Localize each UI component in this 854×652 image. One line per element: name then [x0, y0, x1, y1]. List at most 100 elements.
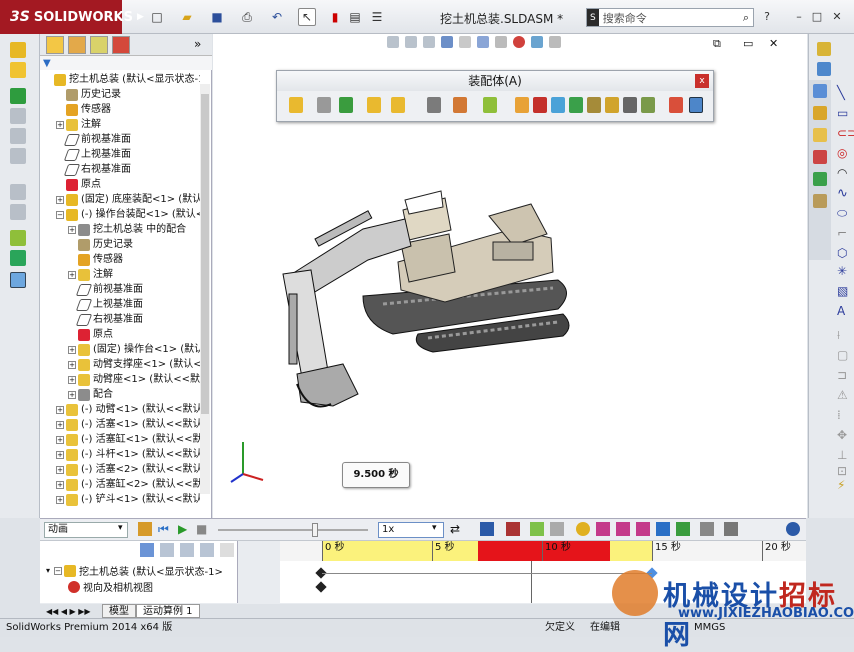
- tree-item[interactable]: 挖土机总装 (默认<显示状态-1: [44, 72, 200, 87]
- zoom-timeline-icon[interactable]: [220, 543, 234, 557]
- explode-line-sketch-icon[interactable]: [569, 97, 583, 113]
- file-properties-icon[interactable]: ▤: [346, 8, 364, 26]
- expand-toggle-icon[interactable]: +: [56, 465, 64, 474]
- add-update-key-icon[interactable]: [550, 522, 564, 536]
- component-icon[interactable]: [10, 42, 26, 58]
- display-manager-tab-icon[interactable]: [112, 36, 130, 54]
- display-relations-icon[interactable]: ⊥: [837, 448, 847, 462]
- point-icon[interactable]: ✳: [837, 264, 847, 278]
- filter-results-icon[interactable]: [200, 543, 214, 557]
- playback-mode-icon[interactable]: ⇄: [450, 522, 460, 536]
- motion-study-properties-icon[interactable]: [724, 522, 738, 536]
- assembly-visualization-icon[interactable]: [641, 97, 655, 113]
- reference-geometry-tool-icon[interactable]: [483, 97, 497, 113]
- motor-icon[interactable]: [576, 522, 590, 536]
- view-orientation-icon[interactable]: [459, 36, 471, 48]
- undo-icon[interactable]: ↶: [268, 8, 286, 26]
- line-icon[interactable]: ╲: [837, 86, 845, 101]
- move-component-tool-icon[interactable]: [391, 97, 405, 113]
- trim-icon[interactable]: ⟊: [837, 328, 840, 343]
- bill-of-materials-icon[interactable]: [533, 97, 547, 113]
- expand-toggle-icon[interactable]: +: [68, 345, 76, 354]
- filter-driving-icon[interactable]: [160, 543, 174, 557]
- edit-appearance-icon[interactable]: [513, 36, 525, 48]
- filter-animated-icon[interactable]: [140, 543, 154, 557]
- exploded-view-tool-icon[interactable]: [551, 97, 565, 113]
- expand-toggle-icon[interactable]: −: [56, 210, 64, 219]
- tree-item[interactable]: + 动臂支撑座<1> (默认<: [68, 357, 200, 372]
- tree-item[interactable]: 前视基准面: [68, 282, 143, 297]
- expand-toggle-icon[interactable]: +: [56, 420, 64, 429]
- key-point-start[interactable]: [315, 581, 327, 593]
- chevron-down-icon[interactable]: ▾: [118, 523, 123, 533]
- appearances-icon[interactable]: [813, 172, 827, 186]
- calculate-icon[interactable]: [138, 522, 152, 536]
- stop-icon[interactable]: ■: [196, 522, 207, 536]
- tree-item[interactable]: + (-) 活塞缸<2> (默认<<默认: [56, 477, 200, 492]
- tree-filter[interactable]: ▼: [40, 56, 212, 70]
- instant-3d-icon[interactable]: [669, 97, 683, 113]
- tree-item[interactable]: + 挖土机总装 中的配合: [68, 222, 186, 237]
- expand-toggle-icon[interactable]: +: [68, 390, 76, 399]
- playback-slider-thumb[interactable]: [312, 523, 318, 537]
- collapse-icon[interactable]: ▾: [46, 566, 50, 575]
- display-style-icon[interactable]: [477, 36, 489, 48]
- gravity-icon[interactable]: [676, 522, 690, 536]
- print-icon[interactable]: ⎙: [238, 8, 256, 26]
- autokey-icon[interactable]: [530, 522, 544, 536]
- sketch-icon[interactable]: [817, 42, 831, 56]
- arc-icon[interactable]: ◠: [837, 166, 847, 180]
- save-icon[interactable]: ■: [208, 8, 226, 26]
- tree-item[interactable]: + (-) 活塞<1> (默认<<默认>_: [56, 417, 200, 432]
- rectangle-icon[interactable]: ▭: [837, 106, 848, 120]
- move-component-icon[interactable]: [10, 148, 26, 164]
- tree-item[interactable]: 前视基准面: [56, 132, 131, 147]
- tab-model[interactable]: 模型: [102, 604, 136, 618]
- smart-fasteners-icon[interactable]: [10, 128, 26, 144]
- force-icon[interactable]: [636, 522, 650, 536]
- expand-toggle-icon[interactable]: +: [56, 120, 64, 129]
- expand-toggle-icon[interactable]: +: [56, 450, 64, 459]
- insert-components-icon[interactable]: [289, 97, 303, 113]
- spring-icon[interactable]: [596, 522, 610, 536]
- select-icon[interactable]: ↖: [298, 8, 316, 26]
- new-motion-study-tool-icon[interactable]: [515, 97, 529, 113]
- clearance-verification-icon[interactable]: [605, 97, 619, 113]
- mate-tool-icon[interactable]: [317, 97, 331, 113]
- repair-sketch-icon[interactable]: ⊡: [837, 464, 847, 478]
- expand-toggle-icon[interactable]: +: [68, 360, 76, 369]
- options-icon[interactable]: ☰: [368, 8, 386, 26]
- custom-properties-icon[interactable]: [813, 194, 827, 208]
- quick-snaps-icon[interactable]: ⚡: [837, 478, 845, 492]
- tree-item[interactable]: + 动臂座<1> (默认<<默: [68, 372, 200, 387]
- expand-toggle-icon[interactable]: +: [56, 405, 64, 414]
- search-icon[interactable]: ⌕: [743, 11, 753, 25]
- slot-icon[interactable]: ⊂⊃: [837, 126, 854, 140]
- tree-item[interactable]: − (-) 操作台装配<1> (默认<: [56, 207, 200, 222]
- assembly-features-tool-icon[interactable]: [453, 97, 467, 113]
- tree-item[interactable]: + 配合: [68, 387, 113, 402]
- show-hidden-components-icon[interactable]: [427, 97, 441, 113]
- previous-view-icon[interactable]: [423, 36, 435, 48]
- convert-entities-icon[interactable]: ▢: [837, 348, 848, 362]
- solidworks-resources-icon[interactable]: [813, 84, 827, 98]
- animation-wizard-icon[interactable]: [506, 522, 520, 536]
- large-assembly-mode-icon[interactable]: [689, 97, 703, 113]
- speed-chevron-icon[interactable]: ▾: [432, 523, 437, 533]
- offset-entities-icon[interactable]: ⊐: [837, 368, 847, 382]
- file-explorer-icon[interactable]: [813, 128, 827, 142]
- interference-detection-icon[interactable]: [587, 97, 601, 113]
- view-settings-icon[interactable]: [549, 36, 561, 48]
- hide-show-icon[interactable]: [10, 184, 26, 200]
- mate-icon[interactable]: [10, 88, 26, 104]
- expand-panel-icon[interactable]: »: [194, 37, 201, 51]
- filter-selected-icon[interactable]: [180, 543, 194, 557]
- tree-item[interactable]: 右视基准面: [68, 312, 143, 327]
- expand-toggle-icon[interactable]: −: [54, 566, 63, 575]
- minimize-button[interactable]: –: [792, 10, 806, 24]
- tab-motion-study[interactable]: 运动算例 1: [136, 604, 200, 618]
- view-palette-icon[interactable]: [813, 150, 827, 164]
- viewport-maximize-icon[interactable]: ▭: [743, 37, 753, 50]
- insert-component-icon[interactable]: [10, 62, 26, 78]
- smart-dimension-icon[interactable]: [817, 62, 831, 76]
